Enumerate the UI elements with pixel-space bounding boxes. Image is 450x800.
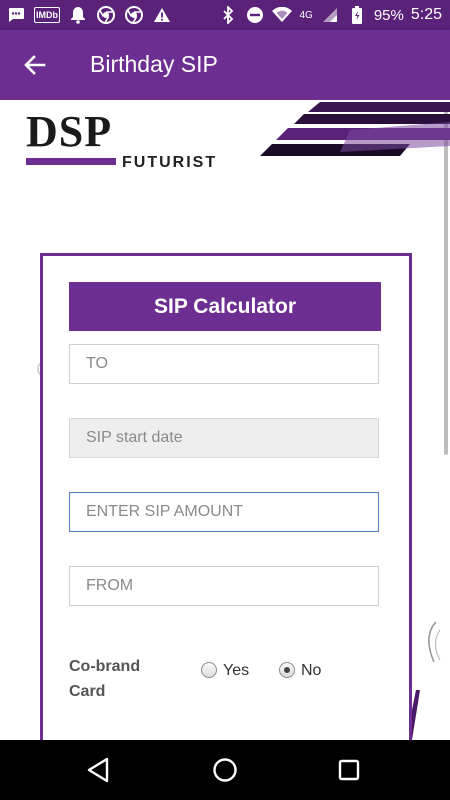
arrow-back-icon xyxy=(24,55,46,75)
sip-amount-field[interactable] xyxy=(69,492,379,532)
clock: 5:25 xyxy=(410,6,442,23)
wifi-icon xyxy=(272,5,293,25)
sip-calculator-card: SIP Calculator Co-brand Card Yes No xyxy=(40,253,412,740)
web-content[interactable]: DSP FUTURIST SIP Calculator Co-brand Car… xyxy=(0,100,450,740)
back-triangle-icon xyxy=(87,757,109,783)
navigation-bar xyxy=(0,740,450,800)
nav-recents-button[interactable] xyxy=(333,754,365,786)
chrome-icon xyxy=(96,5,116,25)
signal-icon xyxy=(320,5,340,25)
scrollbar[interactable] xyxy=(444,110,448,455)
chrome-icon xyxy=(124,5,144,25)
battery-icon xyxy=(347,5,367,25)
nav-back-button[interactable] xyxy=(83,754,115,786)
cobrand-yes-radio[interactable] xyxy=(201,661,217,678)
cobrand-no-label: No xyxy=(301,662,322,679)
recents-square-icon xyxy=(338,759,360,781)
dsp-logo: DSP FUTURIST xyxy=(26,107,215,171)
logo-main-text: DSP xyxy=(26,107,113,156)
cobrand-card-label: Co-brand Card xyxy=(69,658,141,700)
nav-home-button[interactable] xyxy=(209,754,241,786)
cobrand-no-option[interactable]: No xyxy=(279,659,321,680)
logo-underline xyxy=(26,158,116,165)
bluetooth-icon xyxy=(218,5,238,25)
app-bar: Birthday SIP xyxy=(0,30,450,100)
notification-bell-icon xyxy=(68,5,88,25)
sip-calculator-header: SIP Calculator xyxy=(69,282,381,331)
do-not-disturb-icon xyxy=(245,5,265,25)
cobrand-no-radio[interactable] xyxy=(279,661,295,678)
logo-sub-text: FUTURIST xyxy=(122,154,218,171)
message-icon xyxy=(6,5,26,25)
warning-icon xyxy=(152,5,172,25)
battery-percentage: 95% xyxy=(373,6,404,24)
page-title: Birthday SIP xyxy=(90,51,218,77)
status-bar: IMDb 4G 95% 5:25 xyxy=(0,0,450,30)
cobrand-yes-option[interactable]: Yes xyxy=(201,659,249,680)
back-button[interactable] xyxy=(22,52,48,78)
corner-stripes-decoration xyxy=(260,102,450,156)
right-swirl-decoration xyxy=(428,621,441,663)
home-circle-icon xyxy=(213,758,237,782)
status-bar-system: 4G 95% 5:25 xyxy=(218,5,442,25)
cobrand-yes-label: Yes xyxy=(223,662,250,679)
network-type: 4G xyxy=(299,9,313,21)
sip-start-date-field[interactable] xyxy=(69,418,379,458)
from-field[interactable] xyxy=(69,566,379,606)
status-bar-notifications: IMDb xyxy=(6,5,172,25)
imdb-icon: IMDb xyxy=(34,7,60,23)
to-field[interactable] xyxy=(69,344,379,384)
